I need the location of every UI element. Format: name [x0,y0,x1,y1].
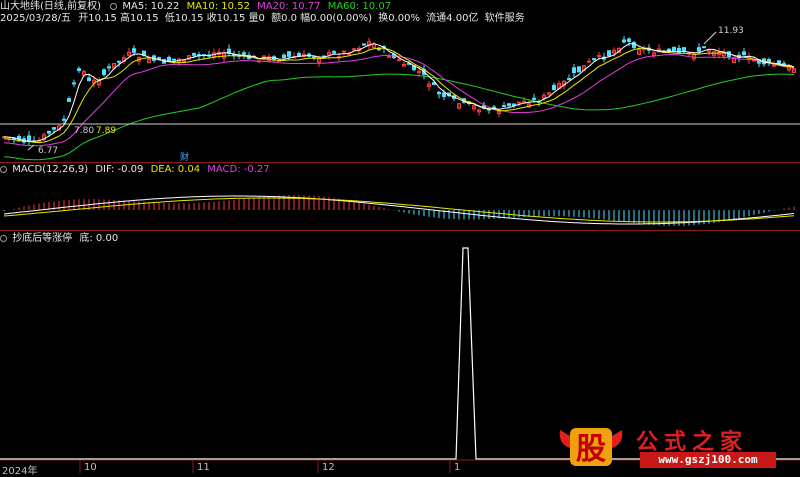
candle-body [702,46,706,49]
watermark-logo-icon: 股 [559,428,623,467]
cursor-label-a: 7.80 [74,126,95,136]
macd-dea: DEA: 0.04 [150,164,201,175]
macd-dif: DIF: -0.09 [95,164,144,175]
candle-body [772,64,776,67]
macd-value: MACD: -0.27 [207,164,270,175]
candle-body [192,52,196,56]
candle-body [507,103,511,107]
settings-circle-icon[interactable] [0,166,7,173]
candle-body [552,84,556,90]
candle-body [697,47,701,52]
high-marker-line [703,31,717,45]
candle-body [282,54,286,59]
cursor-label-b: 7.89 [96,126,117,136]
candle-body [47,130,51,134]
candle-body [682,47,686,52]
candle-body [102,69,106,76]
candle-body [297,52,301,57]
candle-body [577,66,581,73]
candle-body [502,105,506,108]
candle-body [572,67,576,74]
stock-name[interactable]: 山大地纬(日线,前复权) [0,1,101,12]
candle-body [77,68,81,71]
candle-body [52,127,56,130]
axis-month-11: 11 [197,462,210,473]
candle-body [567,78,571,81]
macd-histogram [3,195,795,226]
candle-body [532,97,536,100]
candle-body [242,52,246,55]
high-price-label: 11.93 [718,26,744,36]
candle-body [87,77,91,82]
candle-body [397,59,401,62]
watermark-logo-char: 股 [576,432,606,467]
candle-body [342,50,346,53]
candlestick-series [2,35,796,146]
candle-body [72,82,76,85]
candle-body [517,101,521,104]
macd-header: MACD(12,26,9) DIF: -0.09 DEA: 0.04 MACD:… [0,164,270,176]
ma20-line [3,54,795,147]
settings-circle-icon[interactable] [110,3,118,10]
candle-body [742,51,746,56]
candle-body [27,135,31,141]
ma5-label: MA5: 10.22 [122,1,180,12]
pane-separator [0,162,800,163]
price-chart[interactable] [0,14,800,164]
candle-body [132,48,136,53]
candle-body [67,98,71,102]
candle-body [672,46,676,52]
candle-body [437,91,441,95]
candle-body [587,60,591,63]
candle-body [767,59,771,63]
candle-body [592,58,596,61]
watermark-url: www.gszj100.com [640,452,776,468]
candle-body [287,51,291,57]
candle-body [332,51,336,54]
ma60-line [3,73,795,161]
candle-body [622,39,626,43]
candle-body [597,55,601,58]
candle-body [352,48,356,51]
low-price-label: 6.77 [38,146,59,156]
axis-month-12: 12 [322,462,335,473]
ma60-label: MA60: 10.07 [327,1,392,12]
axis-month-10: 10 [84,462,97,473]
macd-chart[interactable] [0,176,800,230]
candle-body [62,118,66,121]
ma20-label: MA20: 10.77 [257,1,321,12]
macd-title[interactable]: MACD(12,26,9) [12,164,88,175]
candle-body [172,58,176,61]
candle-body [107,66,111,69]
chart-header: 山大地纬(日线,前复权) MA5: 10.22 MA10: 10.52 MA20… [0,1,391,13]
candle-body [117,60,121,63]
candle-body [442,92,446,98]
axis-month-1: 1 [454,462,461,473]
ma10-label: MA10: 10.52 [186,1,250,12]
candle-body [362,43,366,46]
candle-body [607,50,611,57]
pane-separator [0,230,800,231]
candle-body [627,38,631,42]
